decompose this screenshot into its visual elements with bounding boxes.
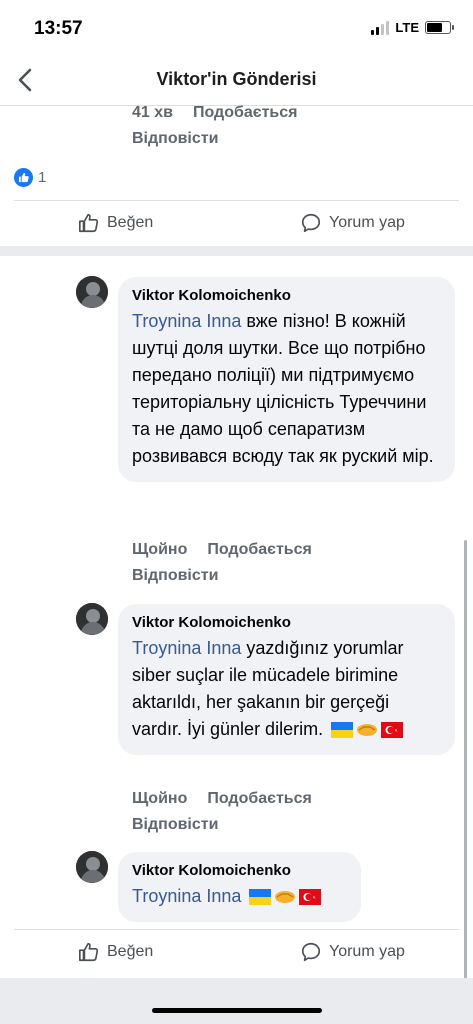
comment-bubble-icon	[301, 213, 321, 233]
comment-text: Troynina Inna yazdığınız yorumlar siber …	[132, 635, 441, 743]
comment-like-link[interactable]: Подобається	[207, 541, 312, 559]
handshake-icon	[275, 891, 296, 904]
post-reactions[interactable]: 1	[14, 168, 46, 187]
comment-meta-row: 41 хв Подобається	[132, 104, 298, 122]
comment-author[interactable]: Viktor Kolomoichenko	[132, 287, 441, 304]
comment-like-link[interactable]: Подобається	[207, 790, 312, 808]
like-thumb-icon	[79, 942, 99, 962]
comment-time: 41 хв	[132, 104, 173, 121]
avatar[interactable]	[76, 603, 108, 635]
post-action-bar: Beğen Yorum yap	[14, 200, 459, 244]
like-button[interactable]: Beğen	[78, 212, 153, 234]
mention-link[interactable]: Troynina Inna	[132, 311, 241, 331]
comment-text: Troynina Inna	[132, 883, 347, 910]
comment-bubble-icon	[301, 942, 321, 962]
comment-reply-link[interactable]: Відповісти	[132, 816, 218, 834]
comment-meta-row: Щойно Подобається	[132, 541, 312, 559]
like-reaction-icon	[14, 168, 33, 187]
signal-icon	[371, 20, 390, 35]
post-action-bar: Beğen Yorum yap	[14, 929, 459, 973]
comment-button-label: Yorum yap	[329, 943, 405, 960]
avatar[interactable]	[76, 276, 108, 308]
comment-author[interactable]: Viktor Kolomoichenko	[132, 614, 441, 631]
comment-bubble: Viktor Kolomoichenko Troynina Inna вже п…	[118, 277, 455, 482]
status-time: 13:57	[34, 18, 83, 39]
comment-meta-row: Щойно Подобається	[132, 790, 312, 808]
comment-bubble: Viktor Kolomoichenko Troynina Inna	[118, 852, 361, 922]
home-indicator[interactable]	[152, 1008, 322, 1013]
section-divider	[0, 246, 473, 256]
comment-reply-link[interactable]: Відповісти	[132, 130, 218, 148]
turkey-flag-icon	[381, 722, 404, 739]
avatar[interactable]	[76, 851, 108, 883]
comment-body: вже пізно! В кожній шутці доля шутки. Вс…	[132, 311, 434, 466]
comment-button-label: Yorum yap	[329, 214, 405, 231]
comment-time: Щойно	[132, 541, 188, 558]
bottom-band	[0, 978, 473, 1024]
comment-bubble: Viktor Kolomoichenko Troynina Inna yazdı…	[118, 604, 455, 755]
comment-author[interactable]: Viktor Kolomoichenko	[132, 862, 347, 879]
nav-header: Viktor'in Gönderisi	[0, 56, 473, 106]
like-thumb-icon	[79, 213, 99, 233]
like-button-label: Beğen	[107, 214, 154, 231]
ukraine-flag-icon	[331, 722, 354, 739]
turkey-flag-icon	[299, 889, 322, 906]
battery-icon	[425, 21, 454, 34]
mention-link[interactable]: Troynina Inna	[132, 886, 241, 906]
mention-link[interactable]: Troynina Inna	[132, 638, 241, 658]
comment-like-link[interactable]: Подобається	[193, 104, 298, 122]
like-button[interactable]: Beğen	[78, 941, 153, 963]
like-button-label: Beğen	[107, 943, 154, 960]
status-icons: LTE	[371, 20, 454, 35]
reaction-count: 1	[38, 169, 47, 186]
comment-time: Щойно	[132, 790, 188, 807]
page-title: Viktor'in Gönderisi	[156, 69, 317, 89]
network-label: LTE	[395, 20, 419, 35]
status-bar: 13:57 LTE	[0, 0, 473, 56]
comment-reply-link[interactable]: Відповісти	[132, 567, 218, 585]
ukraine-flag-icon	[249, 889, 272, 906]
comment-button[interactable]: Yorum yap	[300, 212, 405, 234]
scrollbar[interactable]	[464, 540, 467, 980]
comment-text: Troynina Inna вже пізно! В кожній шутці …	[132, 308, 441, 470]
handshake-icon	[357, 724, 378, 737]
comment-button[interactable]: Yorum yap	[300, 941, 405, 963]
